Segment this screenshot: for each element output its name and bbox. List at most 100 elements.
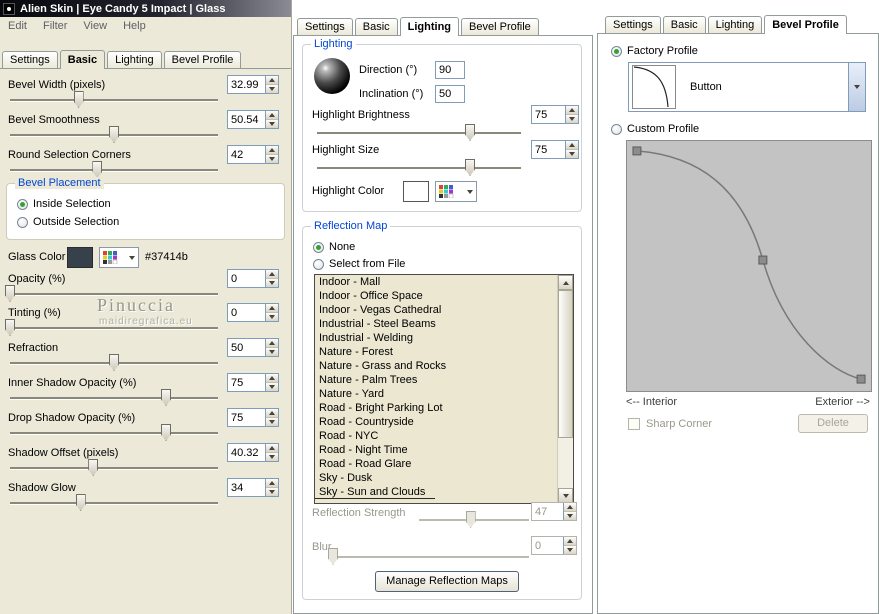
highlight-brightness-slider[interactable]: [317, 124, 521, 141]
delete-button[interactable]: Delete: [798, 414, 868, 433]
left-tab-bevel-profile[interactable]: Bevel Profile: [163, 51, 242, 68]
spin-down-icon[interactable]: [566, 150, 578, 158]
shadow-offset-spinbox[interactable]: 40.32: [227, 443, 279, 462]
spin-down-icon[interactable]: [266, 488, 278, 496]
reflection-none-radio[interactable]: [313, 242, 324, 253]
bevel-smoothness-spinbox[interactable]: 50.54: [227, 110, 279, 129]
slider-thumb[interactable]: [109, 126, 119, 143]
reflection-map-list-item[interactable]: Road - NYC: [315, 429, 557, 443]
sharp-corner-checkbox[interactable]: [628, 418, 640, 430]
reflection-none-label[interactable]: None: [329, 241, 355, 253]
reflection-map-list-item[interactable]: Indoor - Mall: [315, 275, 557, 289]
slider-thumb[interactable]: [75, 494, 86, 511]
blur-spinbox[interactable]: 0: [531, 536, 577, 555]
outside-selection-label[interactable]: Outside Selection: [33, 216, 119, 228]
reflection-map-list-item[interactable]: Indoor - Vegas Cathedral: [315, 303, 557, 317]
bevel-width-spinbox[interactable]: 32.99: [227, 75, 279, 94]
factory-profile-label[interactable]: Factory Profile: [627, 45, 698, 57]
reflection-file-radio[interactable]: [313, 259, 324, 270]
dropdown-arrow-icon[interactable]: [848, 63, 865, 111]
direction-input[interactable]: 90: [435, 61, 465, 79]
reflection-strength-slider[interactable]: [419, 511, 529, 528]
slider-thumb[interactable]: [465, 511, 476, 528]
reflection-map-listbox[interactable]: Indoor - Mall Indoor - Office Space Indoor…: [314, 274, 574, 504]
spin-down-icon[interactable]: [266, 348, 278, 356]
reflection-map-list-item[interactable]: Road - Road Glare: [315, 457, 557, 471]
inside-selection-label[interactable]: Inside Selection: [33, 198, 111, 210]
left-tab-settings[interactable]: Settings: [2, 51, 58, 68]
slider-thumb[interactable]: [88, 459, 99, 476]
custom-profile-curve-editor[interactable]: [626, 140, 872, 392]
reflection-map-list-item[interactable]: Nature - Palm Trees: [315, 373, 557, 387]
factory-profile-radio[interactable]: [611, 46, 622, 57]
shadow-glow-spinbox[interactable]: 34: [227, 478, 279, 497]
reflection-map-list-item[interactable]: Industrial - Welding: [315, 331, 557, 345]
spin-up-icon[interactable]: [266, 339, 278, 348]
slider-thumb[interactable]: [328, 548, 338, 565]
spin-up-icon[interactable]: [564, 503, 576, 512]
slider-thumb[interactable]: [92, 161, 103, 178]
drop-shadow-opacity-spinbox[interactable]: 75: [227, 408, 279, 427]
opacity-slider[interactable]: [5, 285, 218, 302]
highlight-color-palette-button[interactable]: [435, 181, 477, 202]
glass-color-swatch[interactable]: [67, 247, 93, 268]
scrollbar-thumb[interactable]: [558, 290, 573, 438]
spin-down-icon[interactable]: [566, 115, 578, 123]
right-tab-basic[interactable]: Basic: [662, 16, 706, 33]
slider-thumb[interactable]: [465, 159, 475, 176]
refraction-spinbox[interactable]: 50: [227, 338, 279, 357]
spin-up-icon[interactable]: [266, 111, 278, 120]
spin-down-icon[interactable]: [266, 85, 278, 93]
shadow-offset-slider[interactable]: [10, 459, 218, 476]
spin-up-icon[interactable]: [266, 444, 278, 453]
custom-profile-label[interactable]: Custom Profile: [627, 123, 699, 135]
spin-down-icon[interactable]: [266, 453, 278, 461]
spin-up-icon[interactable]: [266, 270, 278, 279]
reflection-map-list-item[interactable]: Nature - Grass and Rocks: [315, 359, 557, 373]
right-tab-settings[interactable]: Settings: [605, 16, 661, 33]
curve-control-point[interactable]: [758, 255, 768, 265]
refraction-slider[interactable]: [10, 354, 218, 371]
mid-tab-lighting[interactable]: Lighting: [399, 17, 460, 36]
spin-up-icon[interactable]: [564, 537, 576, 546]
shadow-glow-slider[interactable]: [10, 494, 218, 511]
custom-profile-radio[interactable]: [611, 124, 622, 135]
highlight-brightness-spinbox[interactable]: 75: [531, 105, 579, 124]
spin-up-icon[interactable]: [566, 106, 578, 115]
highlight-color-swatch[interactable]: [403, 181, 429, 202]
left-tab-basic[interactable]: Basic: [59, 50, 106, 69]
highlight-size-slider[interactable]: [317, 159, 521, 176]
bevel-smoothness-slider[interactable]: [10, 126, 218, 143]
highlight-size-spinbox[interactable]: 75: [531, 140, 579, 159]
spin-up-icon[interactable]: [266, 146, 278, 155]
spin-up-icon[interactable]: [266, 409, 278, 418]
menu-help[interactable]: Help: [115, 19, 154, 33]
reflection-map-list-item[interactable]: Sky - Sun and Clouds: [315, 485, 435, 499]
spin-up-icon[interactable]: [266, 374, 278, 383]
spin-up-icon[interactable]: [266, 76, 278, 85]
scroll-down-icon[interactable]: [558, 488, 573, 503]
reflection-map-list-item[interactable]: Nature - Forest: [315, 345, 557, 359]
spin-down-icon[interactable]: [266, 383, 278, 391]
spin-down-icon[interactable]: [266, 120, 278, 128]
spin-down-icon[interactable]: [266, 418, 278, 426]
slider-thumb[interactable]: [73, 91, 84, 108]
menu-view[interactable]: View: [75, 19, 115, 33]
tinting-slider[interactable]: [5, 319, 218, 336]
spin-down-icon[interactable]: [564, 546, 576, 554]
reflection-strength-spinbox[interactable]: 47: [531, 502, 577, 521]
outside-selection-radio[interactable]: [17, 217, 28, 228]
menu-filter[interactable]: Filter: [35, 19, 75, 33]
reflection-file-label[interactable]: Select from File: [329, 258, 405, 270]
drop-shadow-opacity-slider[interactable]: [10, 424, 218, 441]
spin-down-icon[interactable]: [266, 155, 278, 163]
slider-thumb[interactable]: [161, 389, 171, 406]
title-bar[interactable]: Alien Skin | Eye Candy 5 Impact | Glass: [0, 0, 291, 17]
lighting-sphere[interactable]: [314, 58, 350, 94]
listbox-scrollbar[interactable]: [557, 275, 573, 503]
reflection-map-list-item[interactable]: Sky - Dusk: [315, 471, 557, 485]
mid-tab-settings[interactable]: Settings: [297, 18, 353, 35]
spin-up-icon[interactable]: [266, 304, 278, 313]
curve-control-point[interactable]: [632, 146, 642, 156]
reflection-map-list-item[interactable]: Nature - Yard: [315, 387, 557, 401]
